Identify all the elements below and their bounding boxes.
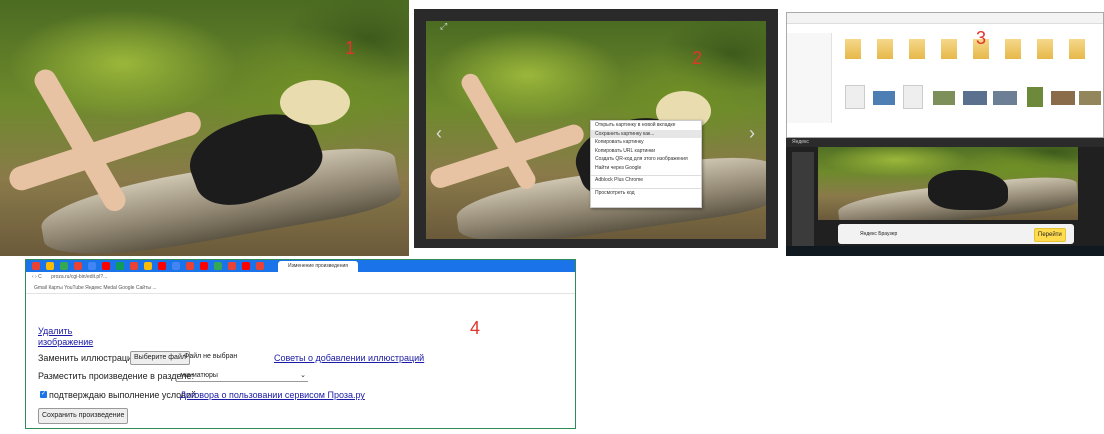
context-item[interactable]: Открыть картинку в новой вкладке xyxy=(591,121,701,130)
banner-go-button[interactable]: Перейти xyxy=(1034,228,1066,242)
image-link[interactable]: изображение xyxy=(38,337,93,347)
explorer-screenshot: Яндекс Яндекс Браузер Перейти xyxy=(786,12,1104,256)
bookmarks-text[interactable]: Gmail Карты YouTube Яндекс Medal Google … xyxy=(34,285,157,291)
replace-label: Заменить иллюстрацию: xyxy=(38,353,142,363)
context-item-inspect[interactable]: Просмотреть код xyxy=(591,189,701,198)
browser-bar: Яндекс xyxy=(786,138,1104,147)
context-item-save-image[interactable]: Сохранить картинку как... xyxy=(591,129,701,138)
chevron-down-icon: ⌄ xyxy=(300,372,306,379)
context-menu: Открыть картинку в новой вкладке Сохрани… xyxy=(590,120,702,208)
context-item[interactable]: Создать QR-код для этого изображения xyxy=(591,155,701,164)
context-item[interactable]: Найти через Google xyxy=(591,164,701,173)
browser-window: Изменение произведения ‹ › C proza.ru/cg… xyxy=(25,259,576,429)
illustration-help-link[interactable]: Советы о добавлении иллюстраций xyxy=(274,353,424,363)
tab-active[interactable]: Изменение произведения xyxy=(278,261,358,272)
file-explorer-window xyxy=(786,12,1104,138)
choose-file-button[interactable]: Выберите файл xyxy=(130,351,190,365)
next-image-arrow[interactable]: › xyxy=(749,123,755,144)
delete-image-link[interactable]: Удалить xyxy=(38,326,72,336)
explorer-bg-photo xyxy=(818,140,1078,220)
section-select-value: - миниатюры xyxy=(176,372,218,379)
taskbar xyxy=(786,246,1104,256)
agree-text: подтверждаю выполнение условий xyxy=(49,390,197,400)
context-item[interactable]: Копировать картинку xyxy=(591,138,701,147)
expand-icon[interactable]: ⤢ xyxy=(440,21,447,32)
agreement-link[interactable]: Договора о пользовании сервисом Проза.ру xyxy=(180,390,365,400)
context-item-adblock[interactable]: Adblock Plus Chrome xyxy=(591,176,701,185)
panel-number-3: 3 xyxy=(976,28,987,48)
panel-number-1: 1 xyxy=(345,38,356,58)
bookmarks-bar: Gmail Карты YouTube Яндекс Medal Google … xyxy=(26,283,575,294)
context-item[interactable]: Копировать URL картинки xyxy=(591,147,701,156)
tab-strip: Изменение произведения xyxy=(26,260,575,272)
section-label: Разместить произведение в разделе: xyxy=(38,371,195,381)
section-select[interactable]: - миниатюры ⌄ xyxy=(176,370,308,382)
panel-number-4: 4 xyxy=(470,318,481,338)
prev-image-arrow[interactable]: ‹ xyxy=(436,123,442,144)
no-file-text: Файл не выбран xyxy=(184,353,238,360)
agree-checkbox[interactable]: ✓ xyxy=(40,391,47,398)
url-text[interactable]: proza.ru/cgi-bin/edit.pl?... xyxy=(51,274,107,280)
panel-number-2: 2 xyxy=(692,48,703,68)
save-work-button[interactable]: Сохранить произведение xyxy=(38,408,129,424)
